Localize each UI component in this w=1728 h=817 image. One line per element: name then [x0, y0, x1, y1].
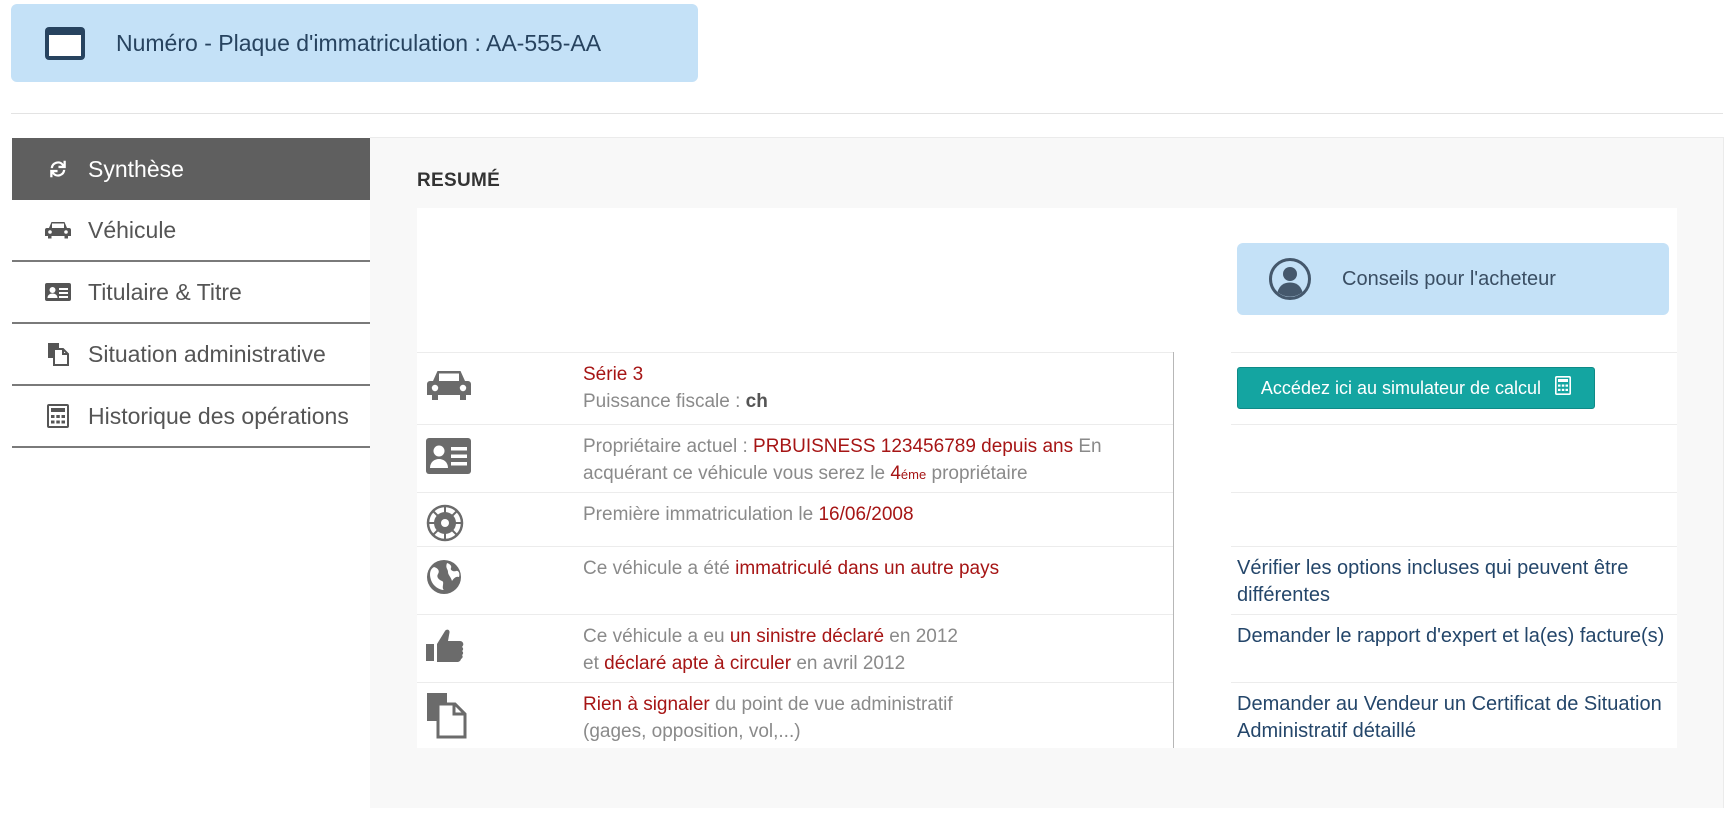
sidebar-item-label: Historique des opérations [88, 402, 349, 429]
sidebar-item-label: Véhicule [88, 216, 177, 243]
registration-info: Première immatriculation le 16/06/2008 [583, 504, 914, 525]
globe-icon [427, 560, 461, 594]
documents-icon [427, 693, 467, 739]
sidebar-item-label: Synthèse [88, 155, 184, 182]
plate-banner: Numéro - Plaque d'immatriculation : AA-5… [11, 4, 698, 82]
expert-report-link[interactable]: Demander le rapport d'expert et la(es) f… [1237, 623, 1667, 650]
certificate-request-link[interactable]: Demander au Vendeur un Certificat de Sit… [1237, 691, 1667, 745]
owner-name: PRBUISNESS 123456789 depuis ans [753, 436, 1074, 457]
car-icon [40, 219, 76, 241]
calculator-icon [1555, 376, 1572, 400]
id-card-icon [426, 438, 471, 474]
registration-date: 16/06/2008 [818, 504, 914, 525]
buyer-advice-box[interactable]: Conseils pour l'acheteur [1237, 243, 1669, 315]
section-title: RESUMÉ [417, 170, 501, 191]
summary-row-foreign: Ce véhicule a été immatriculé dans un au… [417, 546, 1677, 614]
sidebar-item-vehicule[interactable]: Véhicule [12, 200, 370, 262]
refresh-icon [40, 158, 76, 180]
sidebar-item-titulaire[interactable]: Titulaire & Titre [12, 262, 370, 324]
owner-info: Propriétaire actuel : PRBUISNESS 1234567… [583, 436, 1102, 484]
sidebar-item-situation[interactable]: Situation administrative [12, 324, 370, 386]
calculator-simulator-button[interactable]: Accédez ici au simulateur de calcul [1237, 367, 1595, 409]
summary-rows: Série 3 Puissance fiscale : ch Accédez i… [417, 352, 1677, 750]
summary-row-administrative: Rien à signaler du point de vue administ… [417, 682, 1677, 750]
top-divider [11, 113, 1723, 114]
owner-rank: 4 [890, 463, 901, 484]
verify-options-link[interactable]: Vérifier les options incluses qui peuven… [1237, 555, 1667, 609]
sidebar-item-label: Situation administrative [88, 340, 326, 367]
buyer-advice-label: Conseils pour l'acheteur [1342, 267, 1556, 290]
fiscal-power: Puissance fiscale : ch [583, 391, 768, 412]
summary-row-vehicle: Série 3 Puissance fiscale : ch Accédez i… [417, 352, 1677, 424]
column-divider [1173, 352, 1174, 748]
summary-row-accident: Ce véhicule a eu un sinistre déclaré en … [417, 614, 1677, 682]
id-card-icon [40, 281, 76, 303]
sidebar-nav: Synthèse Véhicule Titulaire & Titre Situ… [12, 138, 370, 448]
documents-icon [40, 342, 76, 366]
main-content: RESUMÉ Conseils pour l'acheteur Série 3 … [370, 137, 1724, 808]
foreign-registration-info: Ce véhicule a été immatriculé dans un au… [583, 558, 1000, 579]
sidebar-item-historique[interactable]: Historique des opérations [12, 386, 370, 448]
accident-info: Ce véhicule a eu un sinistre déclaré en … [583, 626, 958, 674]
administrative-info: Rien à signaler du point de vue administ… [583, 694, 953, 742]
calculator-icon [40, 404, 76, 428]
column-gap [1173, 352, 1231, 748]
user-circle-icon [1269, 258, 1311, 300]
car-icon [427, 371, 471, 400]
vehicle-info: Série 3 Puissance fiscale : ch [583, 361, 1123, 415]
seal-icon [426, 504, 464, 542]
plate-title: Numéro - Plaque d'immatriculation : AA-5… [116, 29, 602, 56]
sidebar-item-synthese[interactable]: Synthèse [12, 138, 370, 200]
summary-row-owner: Propriétaire actuel : PRBUISNESS 1234567… [417, 424, 1677, 492]
thumbs-up-icon [426, 629, 464, 662]
summary-panel: Conseils pour l'acheteur Série 3 Puissan… [417, 208, 1677, 748]
sidebar-item-label: Titulaire & Titre [88, 278, 242, 305]
vehicle-model: Série 3 [583, 364, 644, 385]
window-icon [44, 26, 86, 61]
summary-row-registration: Première immatriculation le 16/06/2008 [417, 492, 1677, 546]
